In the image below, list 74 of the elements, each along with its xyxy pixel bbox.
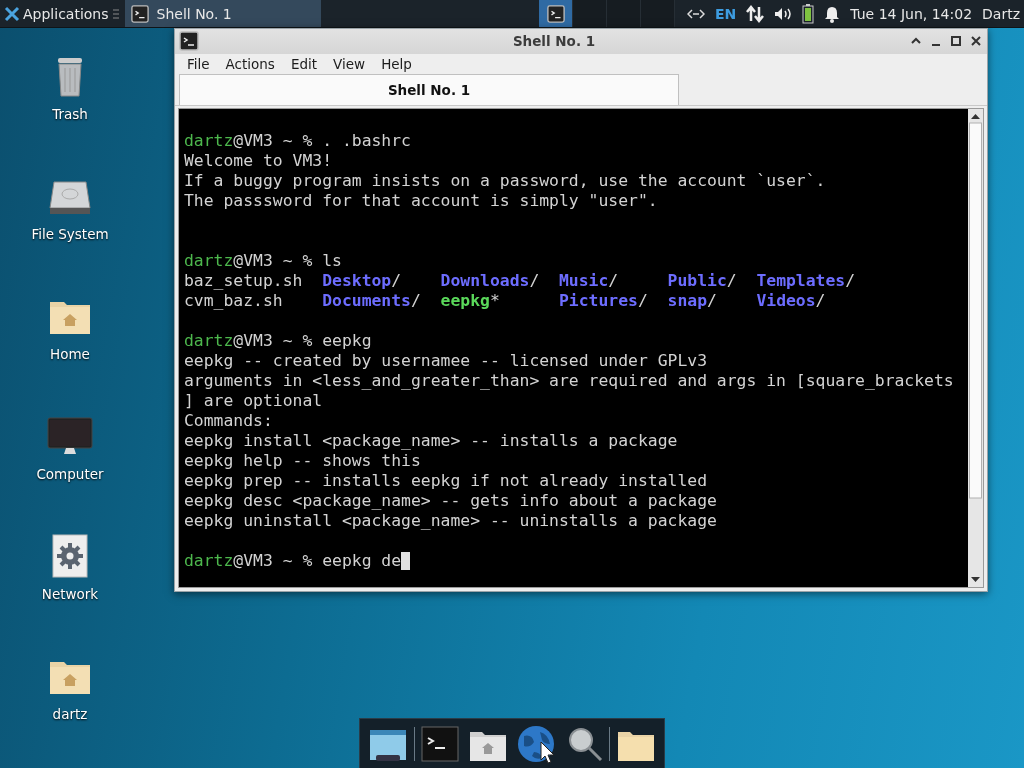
directory-name: snap: [667, 291, 708, 311]
directory-name: Videos: [756, 291, 816, 311]
terminal-text: arguments in <less_and_greater_than> are required and args in [square_brackets: [184, 371, 954, 391]
terminal-text: Commands:: [184, 411, 273, 431]
applications-menu[interactable]: Applications: [0, 0, 113, 27]
terminal-text: /: [815, 291, 826, 311]
battery-icon: [802, 3, 815, 24]
prompt-user: dartz: [184, 251, 234, 271]
terminal-text: /: [637, 291, 649, 311]
terminal-text: @VM3 ~ % . .bashrc: [233, 131, 411, 151]
desktop-icon-label[interactable]: Home: [50, 346, 90, 362]
menu-item[interactable]: Actions: [217, 55, 283, 72]
desktop-icon-label[interactable]: Network: [41, 586, 99, 602]
directory-name: Pictures: [559, 291, 638, 311]
prompt-user: dartz: [184, 331, 234, 351]
terminal-text: eepkg install <package_name> -- installs a package: [184, 431, 678, 451]
terminal-text: eepkg desc <package_name> -- gets info about a package: [184, 491, 717, 511]
keyboard-layout[interactable]: EN: [715, 5, 737, 22]
terminal-text: eepkg help -- shows this: [184, 451, 421, 471]
desktop-icon-label[interactable]: dartz: [52, 706, 88, 722]
menu-item[interactable]: View: [325, 55, 374, 72]
workspace-button[interactable]: [539, 0, 573, 27]
terminal-text: The passsword for that account is simply "user".: [184, 191, 658, 211]
menu-item[interactable]: File: [179, 55, 218, 72]
terminal-text: @VM3 ~ % eepkg: [233, 331, 372, 351]
xfce-logo-icon: [4, 5, 20, 22]
executable-name: eepkg: [440, 291, 490, 311]
terminal-text: If a buggy program insists on a password, use the account `user`.: [184, 171, 826, 191]
terminal-text: /: [726, 271, 738, 291]
terminal-text: /: [529, 271, 541, 291]
terminal-text: Welcome to VM3!: [184, 151, 333, 171]
terminal-text: ] are optional: [184, 391, 323, 411]
terminal-icon[interactable]: [420, 723, 461, 764]
maximize-icon[interactable]: [949, 34, 963, 49]
terminal-text: /: [410, 291, 422, 311]
desktop-icon-label[interactable]: File System: [31, 226, 109, 242]
transfer-arrows-icon: [746, 4, 765, 23]
user-name[interactable]: Dartz: [982, 5, 1020, 22]
menu-item[interactable]: Edit: [282, 55, 326, 72]
terminal-text: @VM3 ~ % ls: [233, 251, 342, 271]
directory-name: Music: [559, 271, 609, 291]
scrollbar[interactable]: [968, 109, 983, 587]
terminal-text: *: [489, 291, 501, 311]
directory-name: Desktop: [322, 271, 392, 291]
tab[interactable]: Shell No. 1: [179, 74, 679, 105]
terminal-text: eepkg uninstall <package_name> -- uninstalls a package: [184, 511, 717, 531]
clock[interactable]: Tue 14 Jun, 14:02: [850, 5, 973, 22]
window-icon: [179, 31, 199, 52]
terminal-text: /: [845, 271, 856, 291]
terminal-text: baz_setup.sh: [184, 271, 304, 291]
mouse-pointer-icon: [540, 741, 556, 765]
prompt-user: dartz: [184, 551, 234, 571]
directory-name: Documents: [322, 291, 411, 311]
directory-name: Templates: [756, 271, 846, 291]
terminal-text: /: [391, 271, 403, 291]
terminal-text: /: [608, 271, 620, 291]
directory-name: Downloads: [440, 271, 530, 291]
terminal-icon: [546, 4, 565, 23]
terminal-text: @VM3 ~ % eepkg de: [233, 551, 402, 571]
terminal-text: /: [707, 291, 718, 311]
directory-name: Public: [667, 271, 727, 291]
menu-item[interactable]: Help: [373, 55, 420, 72]
desktop-icon-label[interactable]: Computer: [36, 466, 104, 482]
terminal-icon: [130, 4, 149, 23]
window-title: Shell No. 1: [511, 33, 597, 50]
desktop-icon-label[interactable]: Trash: [52, 106, 88, 122]
network-icon: [687, 7, 705, 20]
terminal-text: eepkg prep -- installs eepkg if not already installed: [184, 471, 707, 491]
prompt-user: dartz: [184, 131, 234, 151]
handle-icon: [112, 7, 119, 20]
terminal-text: eepkg -- created by usernamee -- licensed under GPLv3: [184, 351, 707, 371]
terminal-text: cvm_baz.sh: [184, 291, 284, 311]
bell-icon[interactable]: [824, 4, 841, 23]
task-button[interactable]: Shell No. 1: [124, 0, 321, 27]
